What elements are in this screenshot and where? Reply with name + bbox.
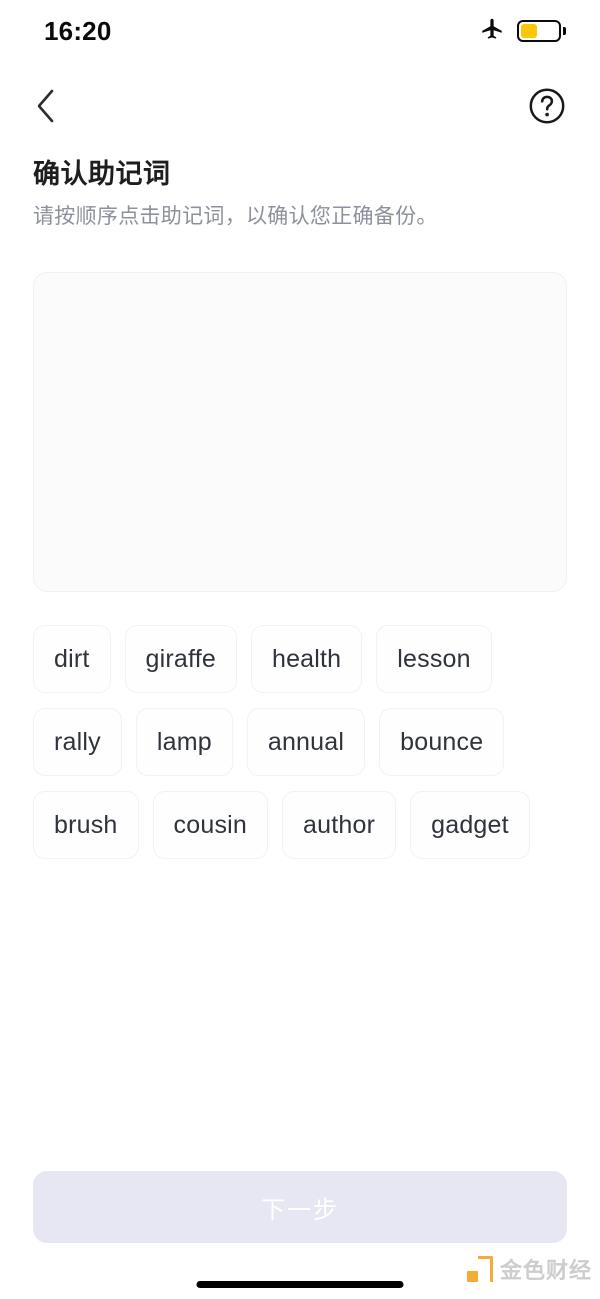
status-bar: 16:20 <box>0 0 600 62</box>
word-chip[interactable]: lesson <box>376 625 492 693</box>
page-title: 确认助记词 <box>33 159 171 189</box>
word-chip[interactable]: rally <box>33 708 122 776</box>
battery-low-power-icon <box>517 20 566 42</box>
watermark: 金色财经 <box>466 1253 592 1285</box>
word-chip[interactable]: giraffe <box>124 625 237 693</box>
app-screen: 16:20 确认助记词 请按顺序点击助记词，以确认您正确备份。 dirt gir… <box>0 0 600 1299</box>
word-chip[interactable]: cousin <box>152 791 269 859</box>
page-heading: 确认助记词 请按顺序点击助记词，以确认您正确备份。 <box>33 158 573 231</box>
watermark-label: 金色财经 <box>499 1258 592 1283</box>
word-chip[interactable]: annual <box>246 708 366 776</box>
word-chip[interactable]: dirt <box>33 625 111 693</box>
airplane-mode-icon <box>479 16 505 47</box>
back-button[interactable] <box>22 83 70 131</box>
word-chip[interactable]: lamp <box>135 708 233 776</box>
word-pool: dirt giraffe health lesson rally lamp annual bo… <box>33 625 567 859</box>
status-bar-time: 16:20 <box>44 15 112 46</box>
page-subtitle: 请按顺序点击助记词，以确认您正确备份。 <box>33 205 438 229</box>
status-bar-indicators <box>479 16 566 47</box>
chevron-left-icon <box>33 86 59 129</box>
word-chip[interactable]: bounce <box>379 708 505 776</box>
home-indicator <box>196 1281 404 1288</box>
word-chip[interactable]: gadget <box>410 791 530 859</box>
question-mark-circle-icon <box>527 86 567 129</box>
navigation-bar <box>0 76 600 138</box>
selected-words-area[interactable] <box>33 272 567 592</box>
word-chip[interactable]: health <box>250 625 363 693</box>
jinse-logo-icon <box>466 1256 493 1282</box>
next-button[interactable]: 下一步 <box>33 1171 567 1243</box>
word-chip[interactable]: brush <box>33 791 139 859</box>
word-chip[interactable]: author <box>282 791 397 859</box>
help-button[interactable] <box>524 84 570 130</box>
